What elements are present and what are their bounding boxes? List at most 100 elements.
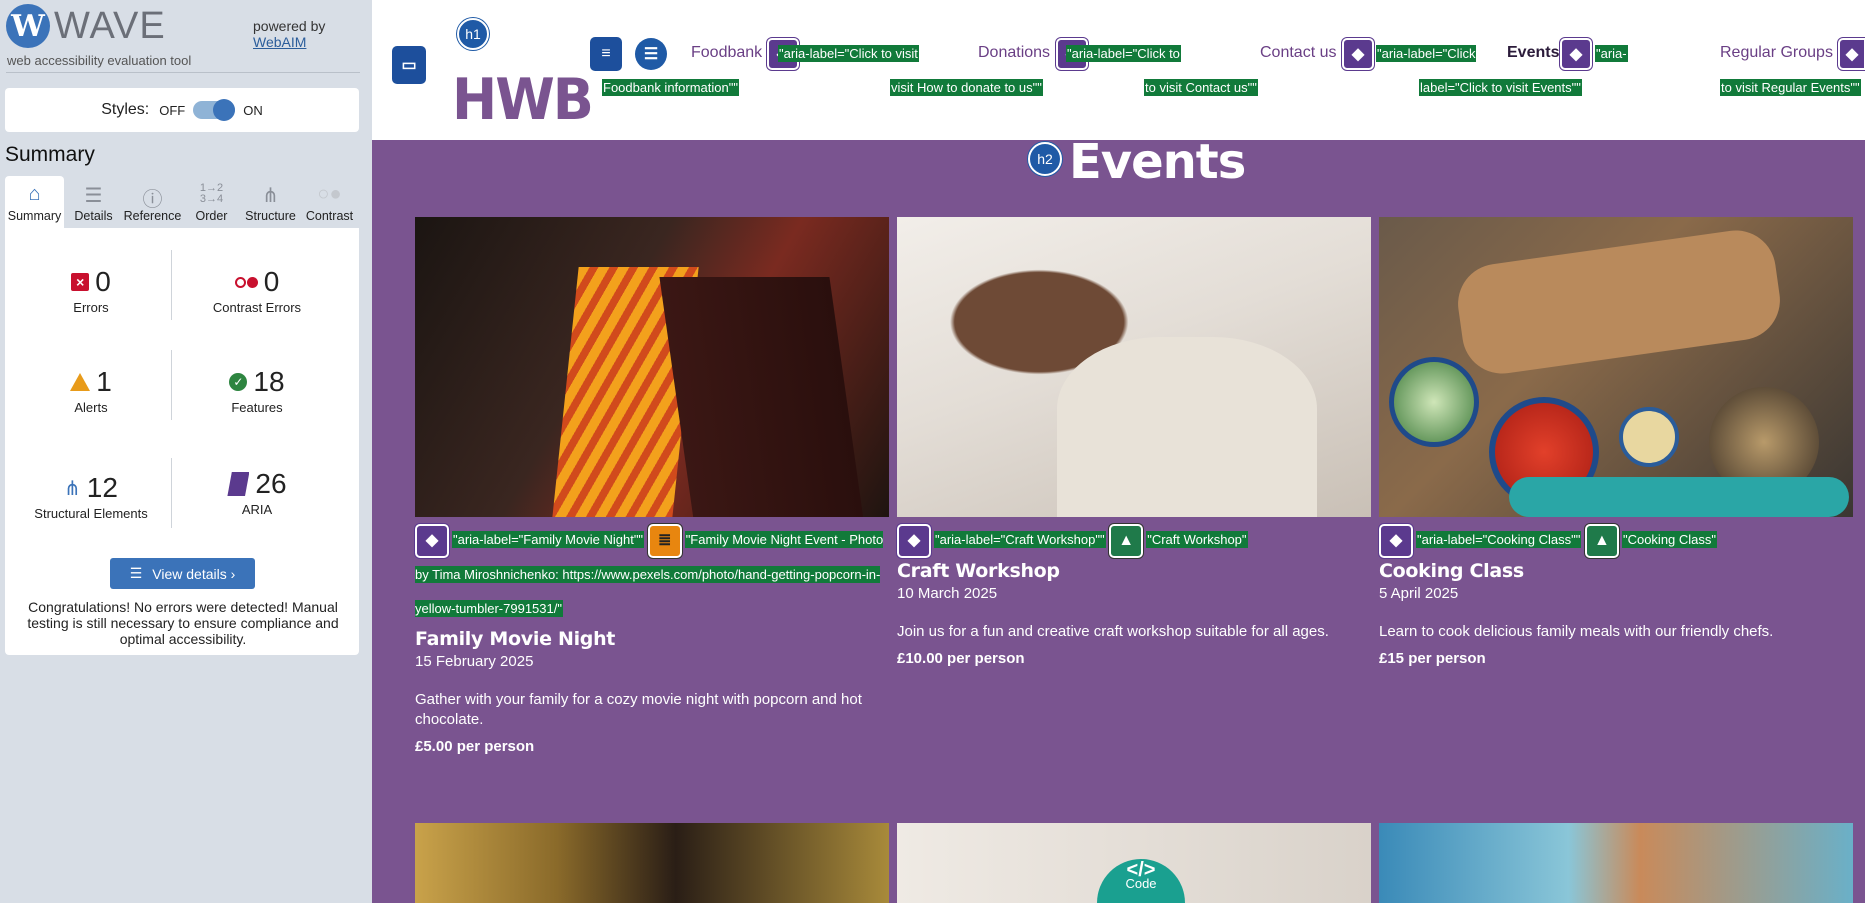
powered-by-label: powered by xyxy=(253,18,326,34)
errors-stat[interactable]: × 0 Errors xyxy=(11,266,171,315)
alt-text-icon[interactable]: ▲ xyxy=(1584,523,1619,558)
check-icon: ✓ xyxy=(229,373,248,391)
tab-label: Order xyxy=(195,209,228,223)
wave-tagline: web accessibility evaluation tool xyxy=(7,53,192,68)
aria-tag-icon[interactable]: ◆ xyxy=(1379,523,1413,558)
tab-summary[interactable]: ⌂ Summary xyxy=(5,176,64,228)
structural-label: Structural Elements xyxy=(34,506,148,521)
webaim-link[interactable]: WebAIM xyxy=(253,34,306,50)
tab-label: Reference xyxy=(123,209,182,223)
tab-label: Structure xyxy=(245,209,296,223)
structural-count: 12 xyxy=(86,472,118,503)
teal-board xyxy=(1509,477,1849,517)
aria-icon xyxy=(227,472,250,496)
alt-text-annotation: "Cooking Class" xyxy=(1621,531,1718,548)
event-price: £15 per person xyxy=(1379,649,1486,667)
view-details-button[interactable]: ☰ View details › xyxy=(110,558,255,589)
wave-logo-icon: W xyxy=(6,4,50,48)
list-icon: ☰ xyxy=(84,185,103,207)
tab-details[interactable]: ☰ Details xyxy=(64,176,123,228)
event-price: £5.00 per person xyxy=(415,737,535,755)
long-alt-alert-icon[interactable]: ≣ xyxy=(647,523,682,558)
aria-annotation-text: "aria-label="Click xyxy=(1376,45,1477,62)
congrats-message: Congratulations! No errors were detected… xyxy=(27,599,339,647)
event-image-cooking xyxy=(1379,217,1853,517)
tab-contrast[interactable]: ○● Contrast xyxy=(300,176,359,228)
contrast-icon: ○● xyxy=(317,183,342,205)
structural-stat[interactable]: ⋔ 12 Structural Elements xyxy=(11,472,171,521)
error-icon: × xyxy=(71,273,90,291)
header-landmark-icon[interactable]: ▭ xyxy=(392,46,426,84)
person-shirt xyxy=(1057,337,1317,517)
aria-tag-icon[interactable]: ◆ xyxy=(897,523,931,558)
aria-annotation-text: "aria-label="Craft Workshop"" xyxy=(934,531,1106,548)
aria-stat[interactable]: 26 ARIA xyxy=(177,468,337,517)
event-description: Learn to cook delicious family meals wit… xyxy=(1379,622,1774,640)
divider xyxy=(171,458,172,528)
code-badge[interactable]: </> Code xyxy=(1097,859,1185,903)
aria-annotation: "aria- label="Click to visit Events"" xyxy=(1419,37,1697,105)
wave-logo[interactable]: W WAVE xyxy=(6,4,166,48)
divider xyxy=(171,250,172,320)
alt-text-icon[interactable]: ▲ xyxy=(1109,523,1144,558)
styles-toggle-box: Styles: OFF ON xyxy=(5,88,359,132)
structure-icon: ⋔ xyxy=(64,477,81,500)
h1-badge[interactable]: h1 xyxy=(457,18,489,50)
list-icon[interactable]: ☰ xyxy=(635,38,667,70)
aria-tag-icon[interactable]: ◆ xyxy=(415,523,449,558)
aria-count: 26 xyxy=(255,468,287,499)
event-date: 10 March 2025 xyxy=(897,584,998,602)
errors-label: Errors xyxy=(73,300,109,315)
toggle-knob xyxy=(213,99,236,121)
alerts-label: Alerts xyxy=(74,400,108,415)
cutting-board xyxy=(1452,225,1786,379)
styles-toggle[interactable] xyxy=(193,99,236,121)
styles-off-label: OFF xyxy=(159,102,186,118)
nav-link-regular-groups[interactable]: Regular Groups xyxy=(1720,44,1833,62)
contrast-errors-stat[interactable]: 0 Contrast Errors xyxy=(177,266,337,315)
site-header: ▭ h1 HWB ≡ ☰ Foodbank ◆ "aria-label="Cli… xyxy=(372,0,1865,140)
tab-structure[interactable]: ⋔ Structure xyxy=(241,176,300,228)
alt-text-annotation: "Craft Workshop" xyxy=(1146,531,1248,548)
popcorn-box-side xyxy=(659,277,865,517)
event-date: 15 February 2025 xyxy=(415,652,534,670)
site-logo[interactable]: HWB xyxy=(452,66,594,132)
event-date: 5 April 2025 xyxy=(1379,584,1459,602)
features-count: 18 xyxy=(253,366,285,397)
features-stat[interactable]: ✓ 18 Features xyxy=(177,366,337,415)
tab-order[interactable]: 1→2 3→4 Order xyxy=(182,176,241,228)
event-image-popcorn xyxy=(415,217,889,517)
order-icon: 1→2 3→4 xyxy=(199,182,224,205)
code-badge-label: Code xyxy=(1125,876,1157,891)
card-annotations: ◆ "aria-label="Family Movie Night"" ≣ "Fam… xyxy=(415,523,889,626)
event-card[interactable]: ◆ "aria-label="Cooking Class"" ▲ "Cooking … xyxy=(1379,217,1853,667)
event-image-craft xyxy=(897,217,1371,517)
aria-annotation-text: "aria-label="Family Movie Night"" xyxy=(452,531,645,548)
card-annotations: ◆ "aria-label="Cooking Class"" ▲ "Cooking … xyxy=(1379,523,1853,558)
event-price: £10.00 per person xyxy=(897,649,1025,667)
aria-tag-icon[interactable]: ◆ xyxy=(1838,38,1865,70)
view-details-label: View details › xyxy=(152,565,236,582)
event-title: Craft Workshop xyxy=(897,559,1060,582)
divider xyxy=(6,72,360,73)
tab-label: Contrast xyxy=(305,209,354,223)
contrast-errors-label: Contrast Errors xyxy=(212,300,302,315)
events-section: h2 Events ◆ "aria-label="Family Movie Nig… xyxy=(372,134,1865,903)
bowl-sauce xyxy=(1619,407,1679,467)
h2-badge[interactable]: h2 xyxy=(1028,142,1062,176)
event-image-row2-1 xyxy=(415,823,889,903)
list-icon: ☰ xyxy=(129,565,143,581)
nav-landmark-icon[interactable]: ≡ xyxy=(590,37,622,71)
info-icon: ⓘ xyxy=(142,189,163,211)
code-icon: </> xyxy=(1126,859,1156,881)
event-title: Family Movie Night xyxy=(415,627,616,650)
event-title: Cooking Class xyxy=(1379,559,1524,582)
aria-annotation-text: visit How to donate to us"" xyxy=(890,79,1043,96)
structure-icon: ⋔ xyxy=(262,185,279,207)
event-card[interactable]: ◆ "aria-label="Craft Workshop"" ▲ "Craft W… xyxy=(897,217,1371,667)
tab-reference[interactable]: ⓘ Reference xyxy=(123,176,182,228)
event-image-row2-3 xyxy=(1379,823,1853,903)
features-label: Features xyxy=(231,400,283,415)
event-card[interactable]: ◆ "aria-label="Family Movie Night"" ≣ "Fam… xyxy=(415,217,889,755)
alerts-stat[interactable]: 1 Alerts xyxy=(11,366,171,415)
